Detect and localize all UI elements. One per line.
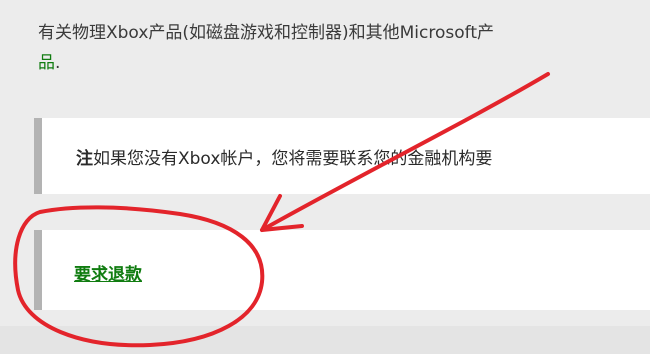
intro-paragraph: 有关物理Xbox产品(如磁盘游戏和控制器)和其他Microsoft产 品. <box>38 18 650 78</box>
intro-products-link[interactable]: 品 <box>38 53 55 73</box>
intro-text: 有关物理Xbox产品(如磁盘游戏和控制器)和其他Microsoft产 <box>38 23 495 43</box>
annotation-arrow-head <box>260 194 304 232</box>
request-refund-link[interactable]: 要求退款 <box>74 260 142 285</box>
note-label: 注 <box>76 149 93 169</box>
refund-callout: 要求退款 <box>34 230 650 310</box>
intro-line-2: 品. <box>38 48 650 78</box>
note-callout: 注如果您没有Xbox帐户，您将需要联系您的金融机构要 <box>34 118 650 194</box>
screenshot-page: 有关物理Xbox产品(如磁盘游戏和控制器)和其他Microsoft产 品. 注如… <box>0 0 650 354</box>
note-text-line: 注如果您没有Xbox帐户，您将需要联系您的金融机构要 <box>76 144 492 169</box>
bottom-strip <box>0 326 650 354</box>
intro-period: . <box>55 53 61 73</box>
note-body: 如果您没有Xbox帐户，您将需要联系您的金融机构要 <box>93 149 493 169</box>
